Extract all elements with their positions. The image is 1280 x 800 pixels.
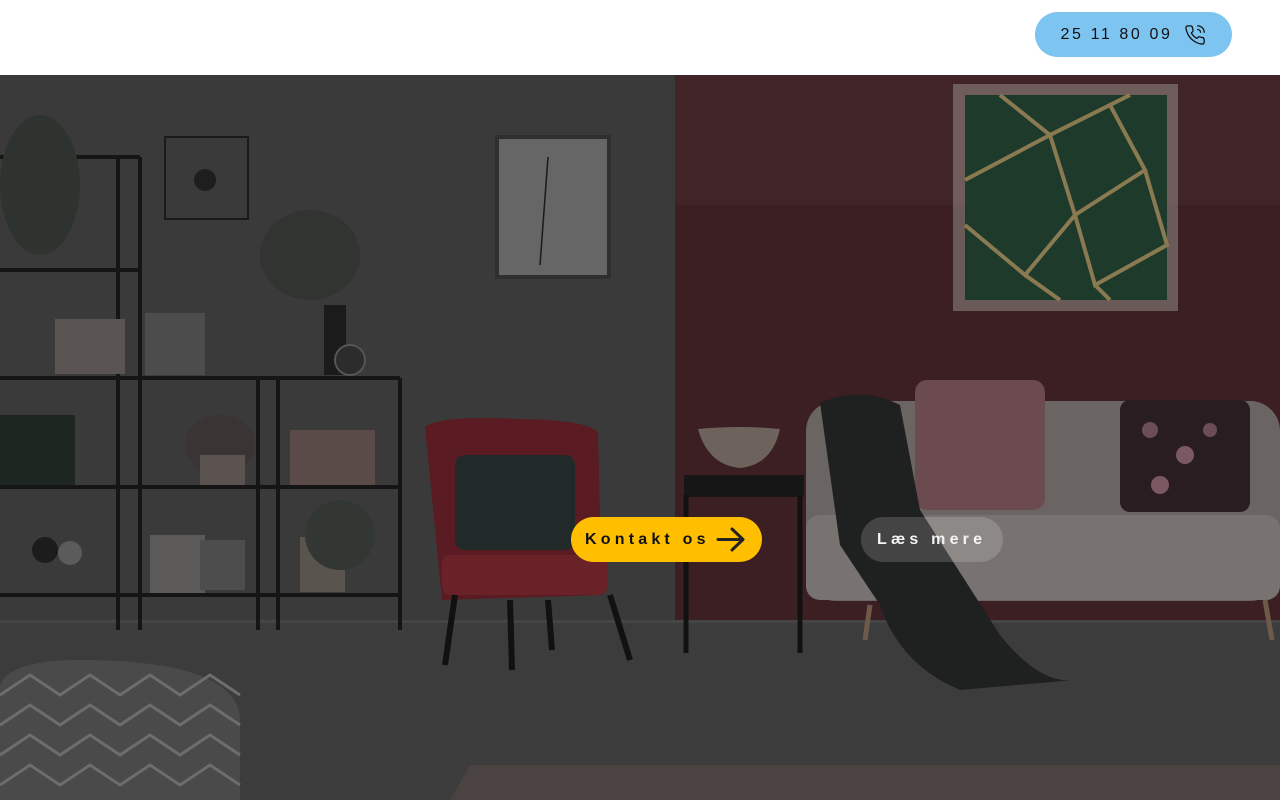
contact-us-button[interactable]: Kontakt os [571, 517, 762, 562]
phone-number: 25 11 80 09 [1060, 25, 1173, 43]
hero-section: Kontakt os Læs mere [0, 75, 1280, 800]
site-header: 25 11 80 09 [0, 0, 1280, 75]
phone-icon [1184, 24, 1206, 46]
read-more-button[interactable]: Læs mere [861, 517, 1003, 562]
phone-button[interactable]: 25 11 80 09 [1035, 12, 1232, 57]
hero-dark-overlay [0, 75, 1280, 800]
arrow-right-icon [716, 527, 745, 552]
read-more-label: Læs mere [877, 530, 987, 548]
contact-us-label: Kontakt os [585, 530, 710, 548]
